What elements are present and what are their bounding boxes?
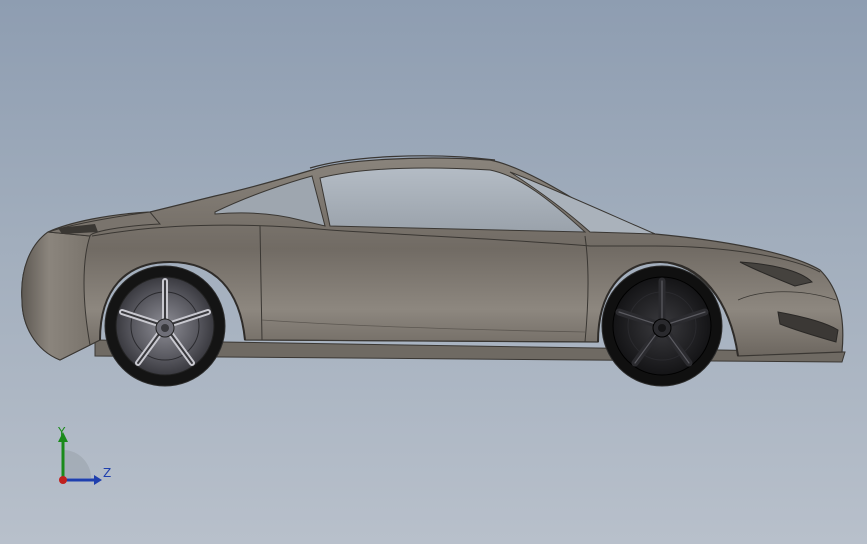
axis-z-label: Z bbox=[103, 466, 112, 480]
view-orientation-triad[interactable]: Y Z bbox=[44, 420, 124, 500]
triad-graphic bbox=[58, 432, 102, 485]
graphics-viewport[interactable]: Y Z bbox=[0, 0, 867, 544]
rear-wheel[interactable] bbox=[104, 265, 226, 387]
side-window bbox=[319, 167, 587, 233]
car-model-view[interactable] bbox=[0, 0, 867, 544]
rear-end-panel bbox=[21, 231, 91, 361]
axis-y-label: Y bbox=[58, 425, 66, 439]
front-wheel[interactable] bbox=[601, 265, 723, 387]
